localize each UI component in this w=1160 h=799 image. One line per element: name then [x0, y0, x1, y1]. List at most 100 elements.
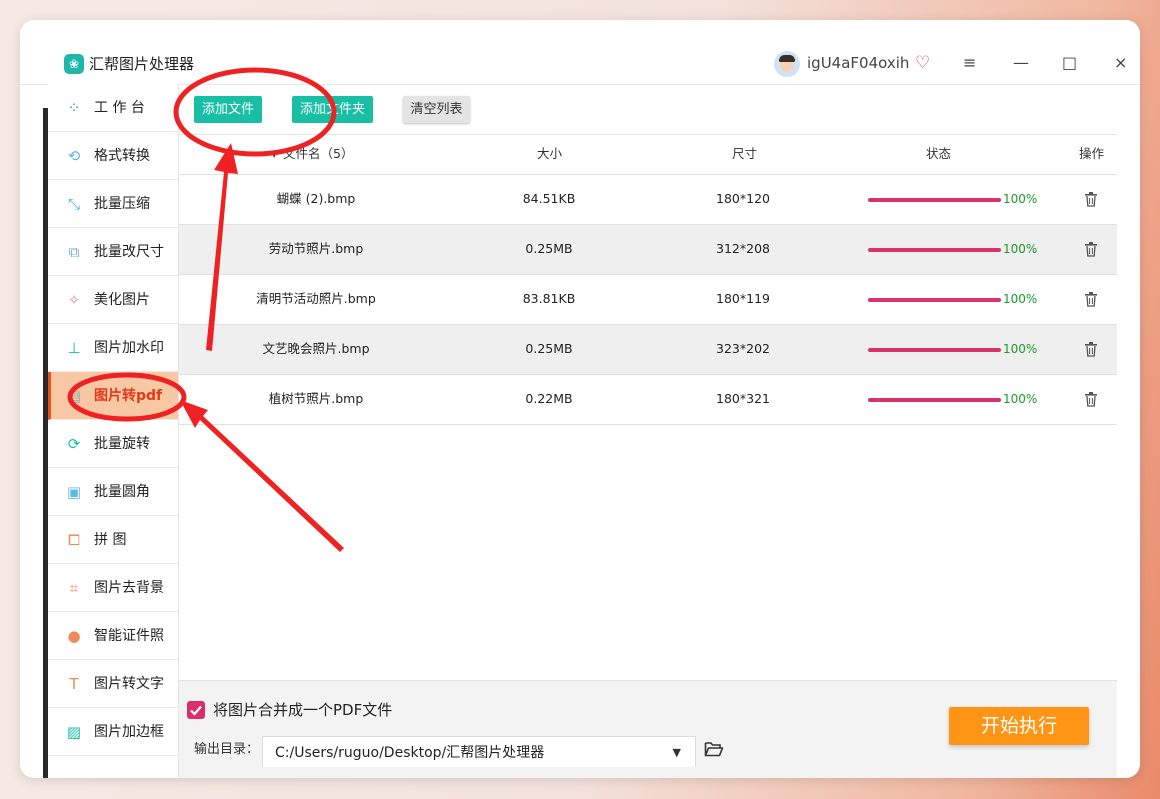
sidebar-item-label: 拼 图	[94, 532, 127, 548]
sort-arrow-icon[interactable]: ▾	[271, 145, 277, 163]
sidebar-item-resize[interactable]: ⧉ 批量改尺寸	[48, 228, 178, 276]
sidebar-item-format-convert[interactable]: ⟲ 格式转换	[48, 132, 178, 180]
table-row[interactable]: 蝴蝶 (2).bmp 84.51KB 180*120 100%	[179, 175, 1117, 225]
sidebar-item-remove-background[interactable]: ⌗ 图片去背景	[48, 564, 178, 612]
table-header: ▾ 文件名（5） 大小 尺寸 状态 操作	[179, 134, 1117, 175]
column-header-action: 操作	[1079, 146, 1105, 161]
compress-icon: ⤡	[67, 195, 80, 213]
progress-fill	[868, 198, 1001, 202]
file-dimensions: 323*202	[716, 341, 770, 356]
sidebar-item-add-frame[interactable]: ▨ 图片加边框	[48, 708, 178, 756]
merge-pdf-label[interactable]: 将图片合并成一个PDF文件	[213, 701, 392, 720]
progress-bar	[868, 298, 1001, 302]
file-dimensions: 180*321	[716, 391, 770, 406]
file-name: 植树节照片.bmp	[268, 391, 364, 406]
close-button[interactable]: ×	[1114, 53, 1127, 73]
progress-bar	[868, 248, 1001, 252]
username[interactable]: igU4aF04oxih	[807, 53, 909, 73]
user-avatar[interactable]	[774, 51, 800, 77]
text-icon: T	[69, 675, 79, 693]
file-dimensions: 180*119	[716, 291, 770, 306]
trash-icon[interactable]	[1084, 291, 1098, 307]
maximize-button[interactable]: □	[1062, 53, 1077, 73]
table-row[interactable]: 劳动节照片.bmp 0.25MB 312*208 100%	[179, 225, 1117, 275]
column-header-dimensions: 尺寸	[732, 146, 758, 161]
sidebar-item-watermark[interactable]: ⊥ 图片加水印	[48, 324, 178, 372]
file-dimensions: 180*120	[716, 191, 770, 206]
toolbar: 添加文件 添加文件夹 清空列表	[179, 84, 1117, 135]
chevron-down-icon: ▼	[672, 746, 681, 759]
sidebar-item-collage[interactable]: ⧠ 拼 图	[48, 516, 178, 564]
sidebar-item-rounded-corner[interactable]: ▣ 批量圆角	[48, 468, 178, 516]
sidebar-item-image-to-pdf[interactable]: ▤ 图片转pdf	[48, 372, 178, 420]
grid-icon: ⁘	[67, 99, 81, 117]
sidebar-item-label: 批量旋转	[94, 436, 150, 452]
progress-percent: 100%	[1003, 342, 1038, 356]
file-size: 84.51KB	[522, 191, 576, 206]
sidebar-item-label: 工 作 台	[94, 100, 145, 116]
watermark-icon: ⊥	[67, 339, 81, 357]
sidebar-item-id-photo[interactable]: ● 智能证件照	[48, 612, 178, 660]
table-row[interactable]: 植树节照片.bmp 0.22MB 180*321 100%	[179, 375, 1117, 425]
progress-bar	[868, 348, 1001, 352]
sidebar-item-compress[interactable]: ⤡ 批量压缩	[48, 180, 178, 228]
frame-icon: ▨	[66, 723, 82, 741]
progress-bar	[868, 398, 1001, 402]
sidebar: ⁘ 工 作 台 ⟲ 格式转换 ⤡ 批量压缩 ⧉ 批量改尺寸 ✧ 美化图片 ⊥ 图…	[48, 84, 179, 778]
column-header-name[interactable]: 文件名（5）	[283, 145, 353, 163]
progress-fill	[868, 398, 1001, 402]
merge-pdf-checkbox[interactable]	[187, 701, 205, 719]
progress-fill	[868, 298, 1001, 302]
pdf-icon: ▤	[66, 387, 82, 405]
sidebar-item-label: 批量改尺寸	[94, 244, 164, 260]
file-dimensions: 312*208	[716, 241, 770, 256]
file-name: 清明节活动照片.bmp	[256, 291, 376, 306]
file-name: 蝴蝶 (2).bmp	[276, 191, 356, 206]
progress-fill	[868, 348, 1001, 352]
avatar-hair	[779, 55, 795, 62]
crop-icon: ⌗	[69, 579, 79, 597]
sidebar-item-rotate[interactable]: ⟳ 批量旋转	[48, 420, 178, 468]
add-folder-button[interactable]: 添加文件夹	[292, 96, 373, 123]
app-window: ❀ 汇帮图片处理器 igU4aF04oxih ♡ ≡ — □ × ⁘ 工 作 台…	[20, 20, 1140, 778]
title-bar: ❀ 汇帮图片处理器 igU4aF04oxih ♡ ≡ — □ ×	[20, 20, 1140, 85]
progress-percent: 100%	[1003, 192, 1038, 206]
menu-icon[interactable]: ≡	[963, 53, 976, 73]
table-row[interactable]: 文艺晚会照片.bmp 0.25MB 323*202 100%	[179, 325, 1117, 375]
output-dir-select[interactable]: C:/Users/ruguo/Desktop/汇帮图片处理器 ▼	[262, 736, 696, 767]
add-file-button[interactable]: 添加文件	[194, 96, 262, 123]
checkmark-icon	[190, 705, 202, 716]
trash-icon[interactable]	[1084, 391, 1098, 407]
output-dir-label: 输出目录：	[194, 742, 260, 757]
sidebar-item-label: 图片去背景	[94, 580, 164, 596]
start-button[interactable]: 开始执行	[949, 707, 1089, 745]
minimize-button[interactable]: —	[1013, 53, 1029, 73]
clear-list-button[interactable]: 清空列表	[403, 96, 470, 123]
progress-percent: 100%	[1003, 392, 1038, 406]
progress-percent: 100%	[1003, 242, 1038, 256]
trash-icon[interactable]	[1084, 191, 1098, 207]
app-logo-icon: ❀	[64, 54, 84, 74]
rotate-icon: ⟳	[67, 435, 81, 453]
rounded-corner-icon: ▣	[66, 483, 82, 501]
sidebar-item-label: 图片转文字	[94, 676, 164, 692]
resize-icon: ⧉	[68, 243, 80, 261]
sidebar-item-image-to-text[interactable]: T 图片转文字	[48, 660, 178, 708]
trash-icon[interactable]	[1084, 241, 1098, 257]
folder-open-icon[interactable]	[704, 740, 724, 758]
progress-percent: 100%	[1003, 292, 1038, 306]
vip-heart-icon[interactable]: ♡	[915, 53, 930, 73]
table-row[interactable]: 清明节活动照片.bmp 83.81KB 180*119 100%	[179, 275, 1117, 325]
progress-bar	[868, 198, 1001, 202]
file-size: 0.22MB	[525, 391, 573, 406]
file-name: 文艺晚会照片.bmp	[262, 341, 370, 356]
file-table: ▾ 文件名（5） 大小 尺寸 状态 操作 蝴蝶 (2).bmp 84.51KB …	[179, 134, 1117, 425]
file-size: 0.25MB	[525, 341, 573, 356]
sidebar-item-workbench[interactable]: ⁘ 工 作 台	[48, 84, 178, 132]
trash-icon[interactable]	[1084, 341, 1098, 357]
sidebar-item-label: 图片加边框	[94, 724, 164, 740]
person-icon: ●	[67, 627, 81, 645]
sidebar-item-beautify[interactable]: ✧ 美化图片	[48, 276, 178, 324]
bottom-panel: 将图片合并成一个PDF文件 输出目录： C:/Users/ruguo/Deskt…	[179, 680, 1117, 778]
column-header-status: 状态	[926, 146, 952, 161]
